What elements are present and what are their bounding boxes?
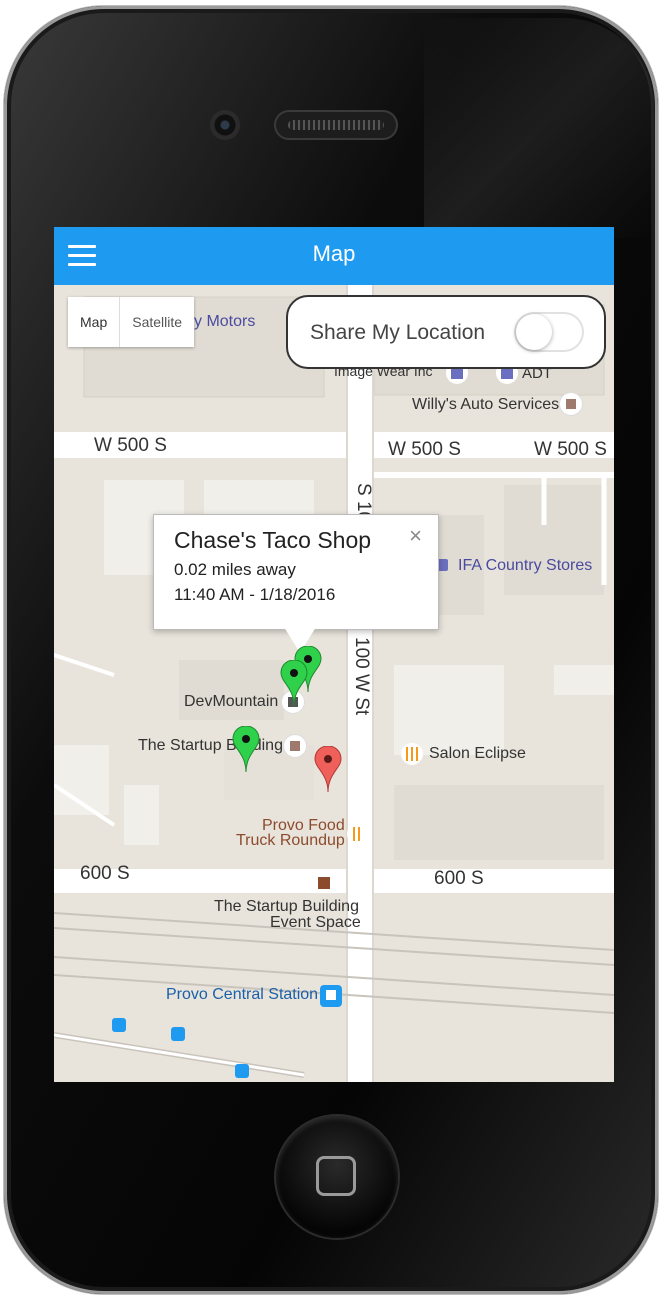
close-icon[interactable]: × xyxy=(409,523,422,549)
app-bar: Map xyxy=(54,227,614,285)
map-pin-green[interactable] xyxy=(280,660,308,706)
info-window-time: 11:40 AM - 1/18/2016 xyxy=(174,585,336,604)
map-label-ifa: IFA Country Stores xyxy=(458,557,593,574)
map-type-map-button[interactable]: Map xyxy=(68,297,119,347)
road-label-600s-right: 600 S xyxy=(434,868,484,889)
map-pin-green[interactable] xyxy=(232,726,260,772)
map-pin-red[interactable] xyxy=(314,746,342,792)
home-button[interactable] xyxy=(276,1116,398,1238)
map-type-control: Map Satellite xyxy=(68,297,195,347)
road-label-w500s-left: W 500 S xyxy=(94,435,167,456)
road-label-w500s-mid: W 500 S xyxy=(388,439,461,460)
info-window: Chase's Taco Shop 0.02 miles away 11:40 … xyxy=(153,514,439,630)
share-location-toggle[interactable] xyxy=(514,312,584,352)
road-label-600s-left: 600 S xyxy=(80,863,130,884)
road-label-w500s-right: W 500 S xyxy=(534,439,607,460)
page-title: Map xyxy=(312,241,356,266)
info-window-distance: 0.02 miles away xyxy=(174,560,296,579)
map-type-satellite-button[interactable]: Satellite xyxy=(119,297,194,347)
map-label-motors: y Motors xyxy=(194,313,256,330)
app-screen: Map y Motors Image Wear Inc ADT Willy's … xyxy=(54,227,614,1082)
share-location-panel: Share My Location xyxy=(286,295,606,369)
earpiece-speaker xyxy=(274,110,398,140)
map-label-event-2: Event Space xyxy=(270,914,361,931)
map-label-food-truck-2: Truck Roundup xyxy=(236,832,345,849)
map-view[interactable]: y Motors Image Wear Inc ADT Willy's Auto… xyxy=(54,285,614,1082)
map-label-startup: The Startup Building xyxy=(138,737,283,754)
share-location-label: Share My Location xyxy=(310,321,486,344)
map-label-station: Provo Central Station xyxy=(166,986,319,1003)
map-label-willys: Willy's Auto Services xyxy=(412,396,560,413)
startup-poi-icon xyxy=(284,735,306,757)
phone-glare xyxy=(424,18,654,238)
map-label-devmountain: DevMountain xyxy=(184,693,279,710)
map-label-salon: Salon Eclipse xyxy=(429,745,526,762)
front-camera xyxy=(210,110,240,140)
road-label-100w: 100 W St xyxy=(351,637,372,716)
willys-poi-icon xyxy=(560,393,582,415)
info-window-title: Chase's Taco Shop xyxy=(174,527,372,553)
